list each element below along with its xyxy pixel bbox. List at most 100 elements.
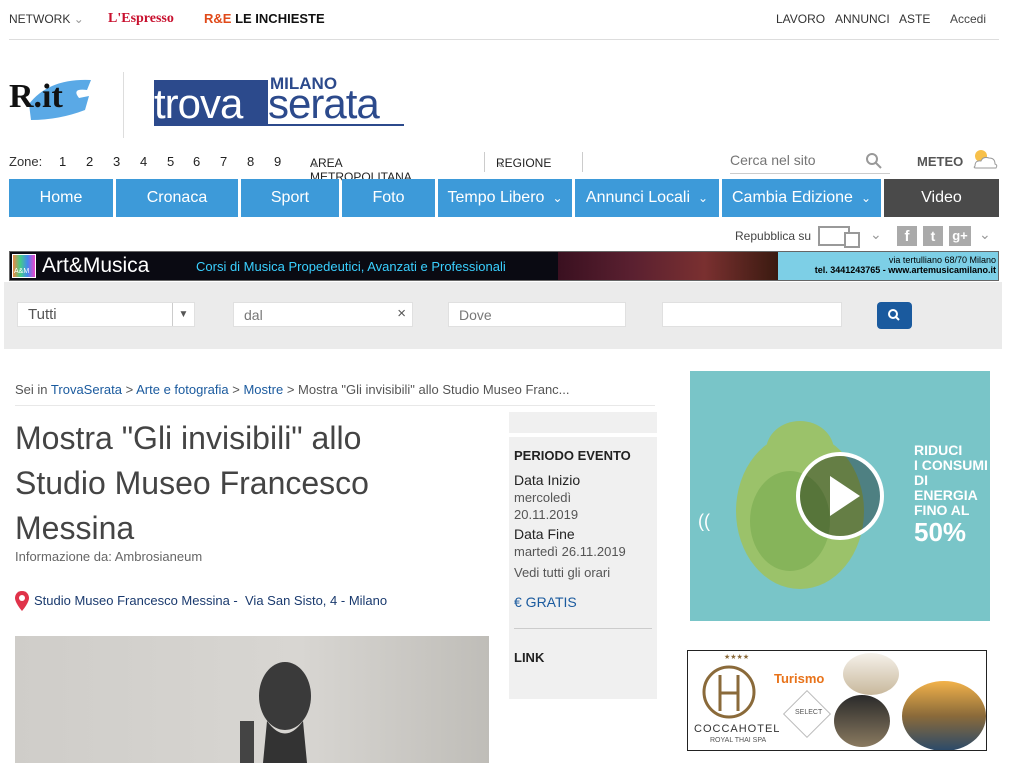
trovaserata-logo[interactable]: MILANO trova serata (152, 74, 407, 128)
banner-address: via tertulliano 68/70 Milano (888, 255, 996, 265)
divider (15, 405, 655, 406)
nav-cambia-edizione[interactable]: Cambia Edizione ⌄ (722, 179, 881, 217)
zone-link[interactable]: 3 (113, 154, 120, 169)
play-button[interactable] (796, 452, 884, 540)
keyword-field[interactable] (662, 302, 842, 327)
end-label: Data Fine (514, 526, 575, 542)
meteo-label[interactable]: METEO (917, 154, 963, 169)
divider (514, 628, 652, 629)
event-title-line: Studio Museo Francesco (15, 465, 369, 501)
end-value: martedì 26.11.2019 (514, 544, 626, 559)
divider (582, 152, 583, 172)
search-button[interactable] (877, 302, 912, 329)
artmusica-banner[interactable]: A&M Art&Musica Corsi di Musica Propedeut… (9, 251, 999, 281)
repubblica-su-label: Repubblica su (735, 229, 812, 243)
network-menu[interactable]: NETWORK ⌄ (9, 12, 84, 26)
coccahotel-ad[interactable]: ★★★★ COCCAHOTEL ROYAL THAI SPA Turismo S… (687, 650, 987, 751)
event-title: Mostra "Gli invisibili" allo Studio Muse… (15, 416, 485, 551)
play-icon (830, 476, 860, 516)
aste-link[interactable]: ASTE (899, 12, 930, 26)
googleplus-icon[interactable]: g+ (949, 226, 971, 246)
room-image (843, 653, 899, 695)
zone-link[interactable]: 8 (247, 154, 254, 169)
breadcrumb-home-link[interactable]: TrovaSerata (51, 382, 122, 397)
zones-label: Zone: (9, 154, 43, 169)
chevron-down-icon[interactable]: ⌄ (979, 226, 991, 243)
zone-link[interactable]: 4 (140, 154, 147, 169)
turismo-logo: Turismo (774, 671, 825, 686)
nav-label: Sport (270, 189, 310, 206)
sculpture-image (240, 662, 311, 763)
chevron-down-icon[interactable]: ⌄ (870, 226, 882, 243)
facebook-icon[interactable]: f (897, 226, 917, 246)
event-source: Informazione da: Ambrosianeum (15, 549, 203, 564)
chevron-down-icon: ⌄ (73, 12, 84, 26)
chevron-down-icon: ⌄ (552, 191, 563, 205)
banner-logo-text: Art&Musica (42, 254, 150, 277)
nav-cronaca[interactable]: Cronaca (116, 179, 238, 217)
breadcrumb: Sei in TrovaSerata > Arte e fotografia >… (15, 382, 570, 397)
weather-icon[interactable] (967, 148, 999, 173)
search-input[interactable] (730, 150, 860, 170)
nav-tempo-libero[interactable]: Tempo Libero ⌄ (438, 179, 572, 217)
nav-home[interactable]: Home (9, 179, 113, 217)
energy-ad[interactable]: (( RIDUCI I CONSUMI DI ENERGIA FINO AL 5… (690, 371, 990, 621)
zone-link[interactable]: 7 (220, 154, 227, 169)
inchieste-link[interactable]: R&E LE INCHIESTE (204, 11, 325, 26)
start-date: 20.11.2019 (514, 507, 579, 522)
repubblica-logo[interactable]: R.it (9, 76, 93, 126)
zone-link[interactable]: 5 (167, 154, 174, 169)
ad-line: FINO AL (914, 502, 970, 518)
caret-down-icon: ▼ (172, 303, 194, 326)
venue-address: Via San Sisto, 4 - Milano (245, 593, 388, 608)
zone-link[interactable]: 1 (59, 154, 66, 169)
select-text: SELECT (795, 709, 823, 716)
category-select[interactable]: Tutti ▼ (17, 302, 195, 327)
repubblica-logo-text: R.it (9, 78, 63, 115)
event-title-line: Messina (15, 510, 135, 546)
ad-line: I CONSUMI (914, 457, 988, 473)
twitter-icon[interactable]: t (923, 226, 943, 246)
from-date-field[interactable]: dal × (233, 302, 413, 327)
price: € GRATIS (514, 594, 577, 610)
logo-trova: trova (154, 80, 243, 127)
breadcrumb-subcategory-link[interactable]: Mostre (243, 382, 283, 397)
where-field[interactable]: Dove (448, 302, 626, 327)
from-date-placeholder: dal (244, 307, 263, 323)
search-icon (888, 309, 900, 321)
nav-label: Foto (372, 189, 405, 206)
login-link[interactable]: Accedi (950, 12, 986, 26)
venue-link[interactable]: Studio Museo Francesco Messina - Via San… (34, 593, 387, 608)
nav-video[interactable]: Video (884, 179, 999, 217)
breadcrumb-category-link[interactable]: Arte e fotografia (136, 382, 229, 397)
nav-label: Annunci Locali (585, 189, 690, 206)
hotel-logo-icon (702, 665, 756, 719)
chevron-down-icon: ⌄ (698, 191, 709, 205)
devices-icon[interactable] (817, 225, 863, 249)
nav-label: Home (39, 189, 83, 206)
zone-link[interactable]: 6 (193, 154, 200, 169)
nav-sport[interactable]: Sport (241, 179, 339, 217)
chevron-down-icon: ⌄ (310, 156, 321, 170)
divider (509, 433, 657, 437)
link-label: LINK (514, 650, 545, 665)
ad-line: DI ENERGIA (914, 472, 978, 503)
search-icon[interactable] (866, 153, 882, 169)
site-search[interactable] (730, 150, 890, 174)
nav-foto[interactable]: Foto (342, 179, 435, 217)
lavoro-link[interactable]: LAVORO (776, 12, 825, 26)
violinist-image (558, 252, 778, 280)
clear-icon[interactable]: × (397, 305, 406, 322)
zone-link[interactable]: 2 (86, 154, 93, 169)
all-hours-link[interactable]: Vedi tutti gli orari (514, 565, 610, 580)
nav-annunci-locali[interactable]: Annunci Locali ⌄ (575, 179, 719, 217)
banner-badge: A&M (14, 268, 30, 275)
zone-link[interactable]: 9 (274, 154, 281, 169)
nav-label: Video (921, 189, 962, 206)
breadcrumb-current: Mostra "Gli invisibili" allo Studio Muse… (298, 382, 570, 397)
annunci-link[interactable]: ANNUNCI (835, 12, 890, 26)
inchieste-label: LE INCHIESTE (235, 11, 325, 26)
espresso-link[interactable]: L'Espresso (108, 11, 174, 27)
inchieste-prefix: R&E (204, 11, 232, 26)
network-label: NETWORK (9, 12, 71, 26)
